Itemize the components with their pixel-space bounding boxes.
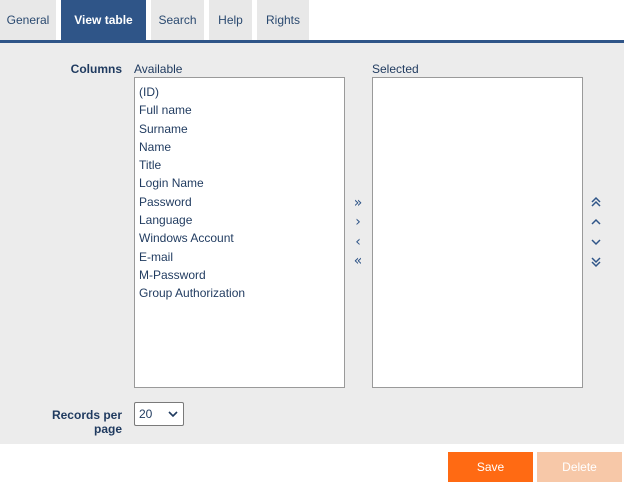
tab-rights[interactable]: Rights bbox=[257, 0, 309, 40]
remove-all-icon[interactable]: « bbox=[350, 253, 366, 269]
tab-bar: General View table Search Help Rights bbox=[0, 0, 624, 40]
move-bottom-icon[interactable] bbox=[588, 254, 604, 270]
list-item[interactable]: M-Password bbox=[139, 266, 340, 284]
tab-general[interactable]: General bbox=[0, 0, 56, 40]
records-per-page-select[interactable]: 20 bbox=[134, 402, 184, 426]
list-item[interactable]: Windows Account bbox=[139, 229, 340, 247]
save-button[interactable]: Save bbox=[448, 452, 533, 482]
records-per-page-label: Records per page bbox=[30, 408, 122, 436]
tab-search[interactable]: Search bbox=[151, 0, 204, 40]
chevron-down-icon bbox=[168, 403, 178, 425]
list-item[interactable]: Surname bbox=[139, 120, 340, 138]
list-item[interactable]: Title bbox=[139, 156, 340, 174]
available-columns-list[interactable]: (ID) Full name Surname Name Title Login … bbox=[134, 77, 345, 388]
list-item[interactable]: E-mail bbox=[139, 248, 340, 266]
list-item[interactable]: Language bbox=[139, 211, 340, 229]
list-item[interactable]: Name bbox=[139, 138, 340, 156]
records-per-page-value: 20 bbox=[139, 407, 153, 421]
available-label: Available bbox=[134, 62, 183, 76]
move-top-icon[interactable] bbox=[588, 194, 604, 210]
list-item[interactable]: (ID) bbox=[139, 83, 340, 101]
records-label-line2: page bbox=[93, 422, 122, 436]
list-item[interactable]: Group Authorization bbox=[139, 284, 340, 302]
move-up-icon[interactable] bbox=[588, 214, 604, 230]
tab-view-table[interactable]: View table bbox=[61, 0, 146, 40]
list-item[interactable]: Full name bbox=[139, 101, 340, 119]
selected-columns-list[interactable] bbox=[372, 77, 583, 388]
list-item[interactable]: Login Name bbox=[139, 174, 340, 192]
tab-help[interactable]: Help bbox=[209, 0, 252, 40]
selected-label: Selected bbox=[372, 62, 419, 76]
columns-label: Columns bbox=[70, 62, 122, 76]
add-all-icon[interactable]: » bbox=[350, 195, 366, 211]
records-label-line1: Records per bbox=[51, 408, 122, 422]
delete-button[interactable]: Delete bbox=[537, 452, 622, 482]
move-down-icon[interactable] bbox=[588, 234, 604, 250]
remove-selected-icon[interactable]: ‹ bbox=[350, 234, 366, 250]
list-item[interactable]: Password bbox=[139, 193, 340, 211]
add-selected-icon[interactable]: › bbox=[350, 214, 366, 230]
